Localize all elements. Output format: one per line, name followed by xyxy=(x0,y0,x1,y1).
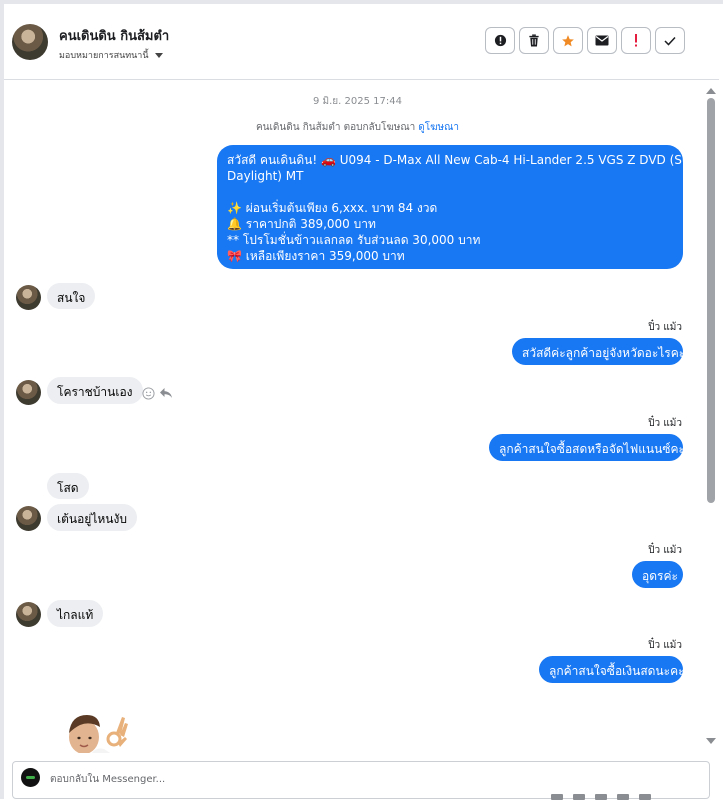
outgoing-message[interactable]: อุดรค่ะ xyxy=(632,561,683,588)
message-hover-actions xyxy=(142,387,173,400)
ad-message-line: 🔔 ราคาปกติ 389,000 บาท xyxy=(227,217,376,231)
ad-message-line: ** โปรโมชั่นข้าวแลกลด รับส่วนลด 30,000 บ… xyxy=(227,233,481,247)
reply-icon[interactable] xyxy=(159,387,173,399)
ad-message-line: 🎀 เหลือเพียงราคา 359,000 บาท xyxy=(227,249,405,263)
ad-reply-text: คนเดินดิน กินส้มตำ ตอบกลับโฆษณา xyxy=(255,122,416,133)
thread-scrollbar[interactable] xyxy=(704,88,716,752)
view-ad-link[interactable]: ดูโฆษณา xyxy=(418,122,459,133)
sender-name: ปิ๋ว แม้ว xyxy=(648,640,682,651)
incoming-message[interactable]: ไกลแท้ xyxy=(47,600,104,627)
star-button[interactable] xyxy=(553,27,583,54)
conversation-header: คนเดินดิน กินส้มตำ มอบหมายการสนทนานี้ xyxy=(4,4,719,80)
message-timestamp: 9 มิ.ย. 2025 17:44 xyxy=(313,96,402,107)
ad-reply-notice: คนเดินดิน กินส้มตำ ตอบกลับโฆษณา ดูโฆษณา xyxy=(0,120,715,135)
delete-button[interactable] xyxy=(519,27,549,54)
spam-button[interactable] xyxy=(621,27,651,54)
sender-name: ปิ๋ว แม้ว xyxy=(648,545,682,556)
smiley-react-icon[interactable] xyxy=(142,387,155,400)
scrollbar-thumb[interactable] xyxy=(707,98,715,503)
scroll-up-arrow-icon[interactable] xyxy=(706,88,716,94)
assign-label: มอบหมายการสนทนานี้ xyxy=(59,51,149,61)
incoming-message[interactable]: สนใจ xyxy=(47,283,96,309)
contact-avatar-small[interactable] xyxy=(16,506,41,531)
page-avatar xyxy=(21,768,40,787)
report-button[interactable] xyxy=(485,27,515,54)
envelope-icon xyxy=(595,35,609,46)
caret-down-icon xyxy=(154,52,163,58)
alert-circle-icon xyxy=(494,34,506,47)
more-icon[interactable] xyxy=(639,794,651,800)
sender-name: ปิ๋ว แม้ว xyxy=(648,418,682,429)
incoming-message[interactable]: โสด xyxy=(47,473,89,499)
contact-avatar-small[interactable] xyxy=(16,602,41,627)
composer-toolbar xyxy=(551,794,651,800)
check-icon xyxy=(664,36,676,46)
done-button[interactable] xyxy=(655,27,685,54)
outgoing-message[interactable]: สวัสดีค่ะลูกค้าอยู่จังหวัดอะไรคะ xyxy=(512,338,685,365)
reply-input[interactable]: ตอบกลับใน Messenger... xyxy=(50,772,165,787)
outgoing-message[interactable]: ลูกค้าสนใจซื้อสดหรือจัดไฟแนนซ์คะ xyxy=(489,434,685,461)
ad-message-line: ✨ ผ่อนเริ่มต้นเพียง 6,xxx. บาท 84 งวด xyxy=(227,201,438,215)
scroll-down-arrow-icon[interactable] xyxy=(706,738,716,744)
mark-unread-button[interactable] xyxy=(587,27,617,54)
incoming-message[interactable]: โคราชบ้านเอง xyxy=(47,377,143,404)
incoming-message[interactable]: เต้นอยู่ไหนงับ xyxy=(47,504,137,531)
contact-avatar-small[interactable] xyxy=(16,380,41,405)
contact-avatar[interactable] xyxy=(12,24,48,60)
outgoing-message[interactable]: ลูกค้าสนใจซื้อเงินสดนะคะ xyxy=(539,656,685,683)
header-actions xyxy=(485,27,685,54)
contact-name[interactable]: คนเดินดิน กินส้มตำ xyxy=(59,25,169,46)
trash-icon xyxy=(529,34,539,47)
sender-name: ปิ๋ว แม้ว xyxy=(648,322,682,333)
exclamation-icon xyxy=(635,34,637,47)
reply-composer[interactable]: ตอบกลับใน Messenger... xyxy=(12,761,710,800)
attach-icon[interactable] xyxy=(573,794,585,800)
star-icon xyxy=(562,34,574,46)
ad-message-line: Daylight) MT xyxy=(227,169,304,183)
emoji-icon[interactable] xyxy=(551,794,563,800)
ad-message-line: สวัสดี คนเดินดิน! 🚗 U094 - D-Max All New… xyxy=(227,153,710,167)
assign-conversation-dropdown[interactable]: มอบหมายการสนทนานี้ xyxy=(59,48,163,62)
gif-icon[interactable] xyxy=(617,794,629,800)
contact-avatar-small[interactable] xyxy=(16,285,41,310)
ok-hand-sticker[interactable] xyxy=(66,711,130,753)
ad-message-bubble[interactable]: สวัสดี คนเดินดิน! 🚗 U094 - D-Max All New… xyxy=(217,145,710,269)
image-icon[interactable] xyxy=(595,794,607,800)
